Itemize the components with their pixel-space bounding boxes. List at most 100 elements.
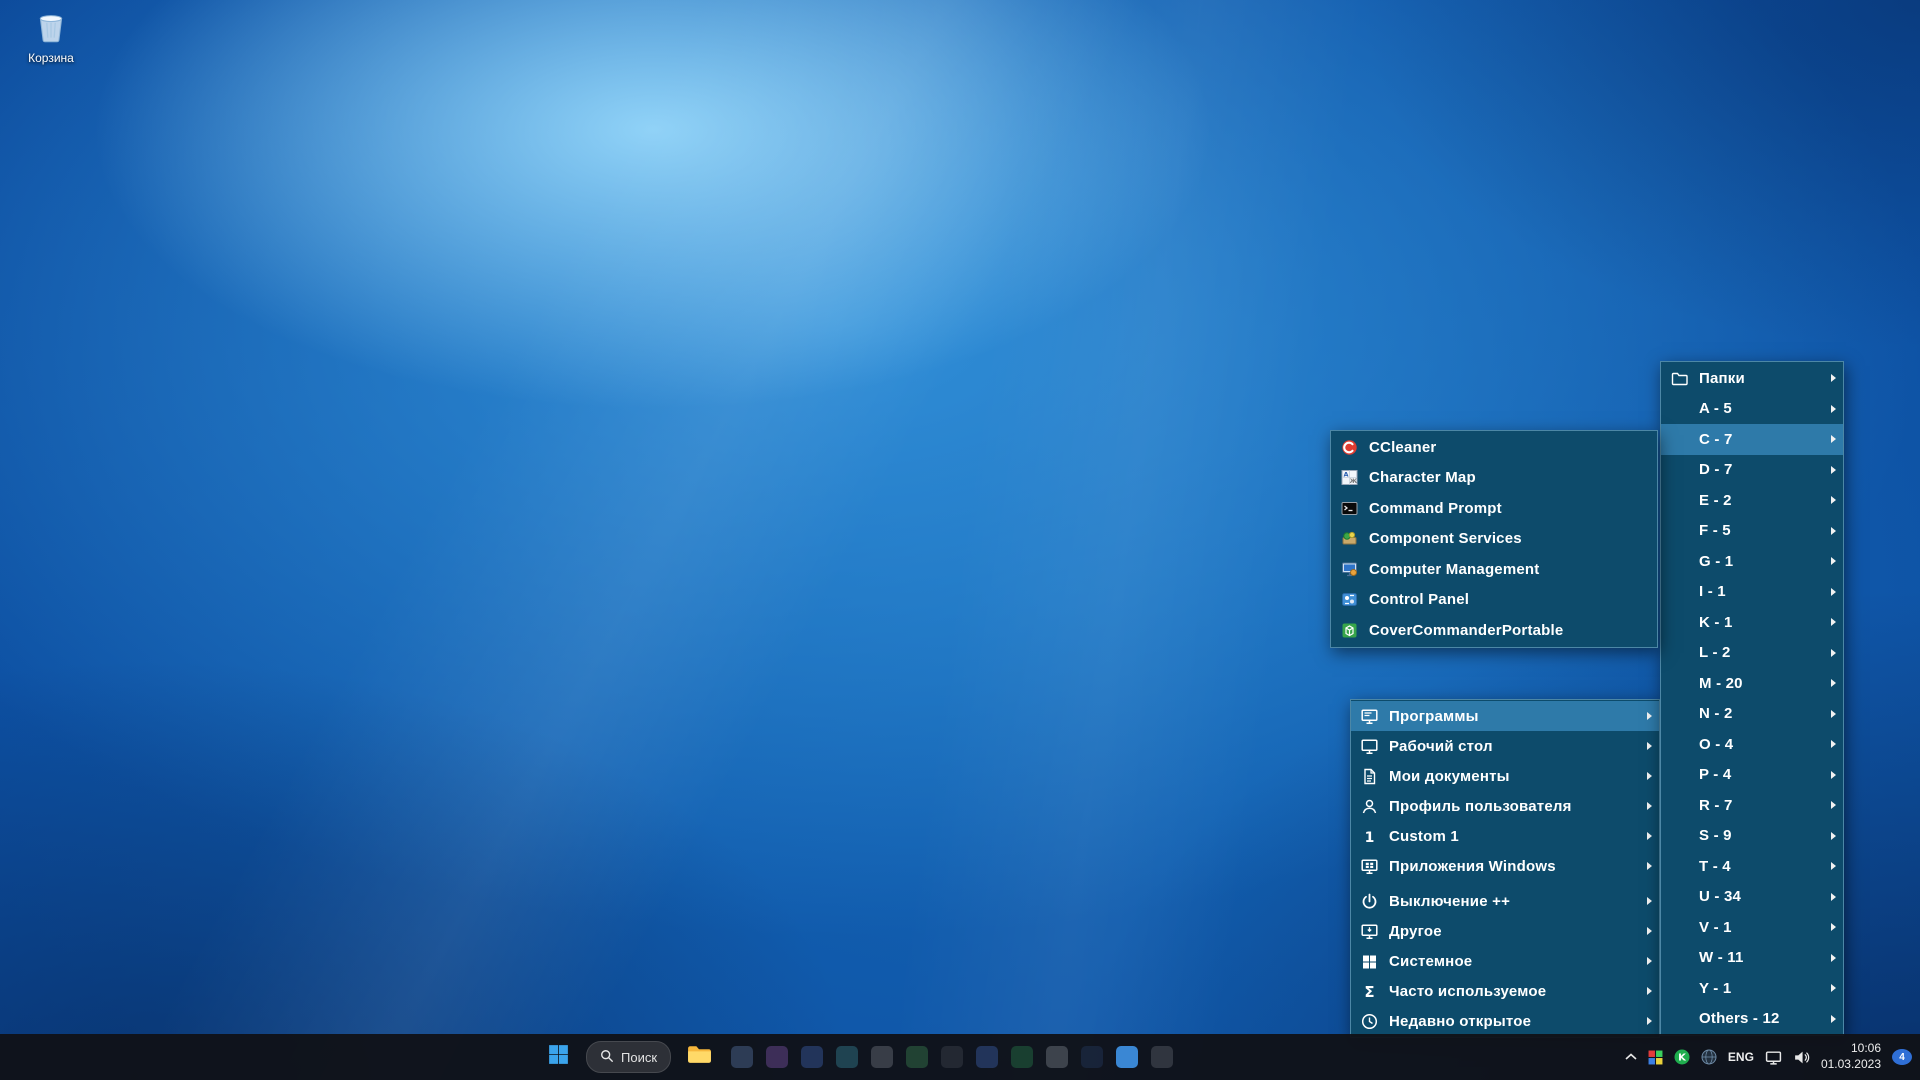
menu-item-letter-r[interactable]: R - 7 <box>1661 790 1843 821</box>
menu-item-label: Character Map <box>1369 469 1650 486</box>
menu-item-label: Недавно открытое <box>1389 1013 1639 1030</box>
menu-item-cover-commander-portable[interactable]: CoverCommanderPortable <box>1331 615 1657 646</box>
menu-item-letter-m[interactable]: M - 20 <box>1661 668 1843 699</box>
submenu-arrow-icon <box>1831 862 1836 870</box>
menu-item-label: L - 2 <box>1699 644 1823 661</box>
menu-item-custom-1[interactable]: 1 Custom 1 <box>1351 821 1659 851</box>
pinned-app-5[interactable] <box>871 1046 893 1068</box>
menu-item-other[interactable]: Другое <box>1351 916 1659 946</box>
menu-item-label: Профиль пользователя <box>1389 798 1639 815</box>
menu-item-letter-v[interactable]: V - 1 <box>1661 912 1843 943</box>
menu-item-control-panel[interactable]: Control Panel <box>1331 585 1657 616</box>
menu-item-label: Computer Management <box>1369 561 1650 578</box>
menu-item-letter-d[interactable]: D - 7 <box>1661 455 1843 486</box>
submenu-arrow-icon <box>1647 712 1652 720</box>
recycle-bin[interactable]: Корзина <box>12 8 90 65</box>
pinned-app-11[interactable] <box>1081 1046 1103 1068</box>
menu-item-letter-s[interactable]: S - 9 <box>1661 821 1843 852</box>
pinned-app-1[interactable] <box>731 1046 753 1068</box>
color-grid-tray-icon[interactable] <box>1648 1042 1663 1072</box>
pinned-app-8[interactable] <box>976 1046 998 1068</box>
folder-icon <box>686 1041 713 1073</box>
globe-tray-icon[interactable] <box>1701 1042 1717 1072</box>
menu-item-letter-p[interactable]: P - 4 <box>1661 760 1843 791</box>
network-icon[interactable] <box>1765 1042 1782 1072</box>
menu-item-label: Папки <box>1699 370 1823 387</box>
menu-item-recently-opened[interactable]: Недавно открытое <box>1351 1006 1659 1036</box>
menu-item-character-map[interactable]: AЖ Character Map <box>1331 463 1657 494</box>
menu-item-command-prompt[interactable]: Command Prompt <box>1331 493 1657 524</box>
menu-item-letter-g[interactable]: G - 1 <box>1661 546 1843 577</box>
menu-item-component-services[interactable]: Component Services <box>1331 524 1657 555</box>
desktop-monitor-icon <box>1359 737 1379 755</box>
pinned-app-12[interactable] <box>1116 1046 1138 1068</box>
start-menu: ПрограммыРабочий столМои документы Профил… <box>1350 699 1660 1038</box>
menu-item-system[interactable]: Системное <box>1351 946 1659 976</box>
submenu-arrow-icon <box>1647 1017 1652 1025</box>
menu-item-letter-c[interactable]: C - 7 <box>1661 424 1843 455</box>
windows-logo-icon <box>546 1042 571 1072</box>
submenu-arrow-icon <box>1831 771 1836 779</box>
menu-item-label: Command Prompt <box>1369 500 1650 517</box>
start-button[interactable] <box>540 1039 576 1075</box>
menu-item-label: W - 11 <box>1699 949 1823 966</box>
menu-item-label: Другое <box>1389 923 1639 940</box>
menu-item-label: Выключение ++ <box>1389 893 1639 910</box>
pinned-app-3[interactable] <box>801 1046 823 1068</box>
menu-item-user-profile[interactable]: Профиль пользователя <box>1351 791 1659 821</box>
search-box[interactable]: Поиск <box>586 1041 671 1073</box>
menu-item-letter-t[interactable]: T - 4 <box>1661 851 1843 882</box>
menu-item-letter-u[interactable]: U - 34 <box>1661 882 1843 913</box>
menu-item-label: N - 2 <box>1699 705 1823 722</box>
svg-text:1: 1 <box>1364 829 1374 844</box>
volume-icon[interactable] <box>1793 1042 1810 1072</box>
taskbar-center: Поиск <box>540 1034 1173 1080</box>
menu-item-ccleaner[interactable]: CCleaner <box>1331 432 1657 463</box>
menu-item-letter-e[interactable]: E - 2 <box>1661 485 1843 516</box>
menu-item-letter-o[interactable]: O - 4 <box>1661 729 1843 760</box>
menu-item-desktop[interactable]: Рабочий стол <box>1351 731 1659 761</box>
menu-item-letter-f[interactable]: F - 5 <box>1661 516 1843 547</box>
menu-item-letter-l[interactable]: L - 2 <box>1661 638 1843 669</box>
menu-item-frequently-used[interactable]: ΣЧасто используемое <box>1351 976 1659 1006</box>
svg-text:Ж: Ж <box>1349 478 1357 485</box>
menu-item-computer-management[interactable]: Computer Management <box>1331 554 1657 585</box>
language-indicator[interactable]: ENG <box>1728 1050 1754 1064</box>
icon-spacer <box>1669 552 1689 570</box>
menu-item-letter-y[interactable]: Y - 1 <box>1661 973 1843 1004</box>
menu-item-letter-n[interactable]: N - 2 <box>1661 699 1843 730</box>
pinned-app-9[interactable] <box>1011 1046 1033 1068</box>
menu-item-label: M - 20 <box>1699 675 1823 692</box>
menu-item-letter-k[interactable]: K - 1 <box>1661 607 1843 638</box>
svg-text:A: A <box>1343 471 1348 479</box>
menu-item-windows-apps[interactable]: Приложения Windows <box>1351 851 1659 881</box>
pinned-app-10[interactable] <box>1046 1046 1068 1068</box>
menu-item-letter-i[interactable]: I - 1 <box>1661 577 1843 608</box>
menu-item-label: Control Panel <box>1369 591 1650 608</box>
icon-spacer <box>1669 400 1689 418</box>
tray-overflow-button[interactable] <box>1625 1042 1637 1072</box>
icon-spacer <box>1669 918 1689 936</box>
menu-item-folders-header[interactable]: Папки <box>1661 363 1843 394</box>
menu-item-letter-w[interactable]: W - 11 <box>1661 943 1843 974</box>
antivirus-tray-icon[interactable]: K <box>1674 1042 1690 1072</box>
computer-management-icon <box>1339 560 1359 578</box>
menu-item-others[interactable]: Others - 12 <box>1661 1004 1843 1035</box>
notification-badge[interactable]: 4 <box>1892 1049 1912 1065</box>
pinned-app-4[interactable] <box>836 1046 858 1068</box>
submenu-arrow-icon <box>1831 832 1836 840</box>
menu-item-letter-a[interactable]: A - 5 <box>1661 394 1843 425</box>
pinned-app-2[interactable] <box>766 1046 788 1068</box>
menu-item-label: Custom 1 <box>1389 828 1639 845</box>
search-icon <box>600 1049 614 1066</box>
pinned-app-7[interactable] <box>941 1046 963 1068</box>
pinned-app-13[interactable] <box>1151 1046 1173 1068</box>
clock[interactable]: 10:06 01.03.2023 <box>1821 1041 1881 1072</box>
menu-item-programs[interactable]: Программы <box>1351 701 1659 731</box>
menu-item-shutdown-plus[interactable]: Выключение ++ <box>1351 886 1659 916</box>
menu-item-my-documents[interactable]: Мои документы <box>1351 761 1659 791</box>
pinned-app-6[interactable] <box>906 1046 928 1068</box>
file-explorer-button[interactable] <box>681 1039 717 1075</box>
submenu-arrow-icon <box>1831 496 1836 504</box>
icon-spacer <box>1669 1010 1689 1028</box>
